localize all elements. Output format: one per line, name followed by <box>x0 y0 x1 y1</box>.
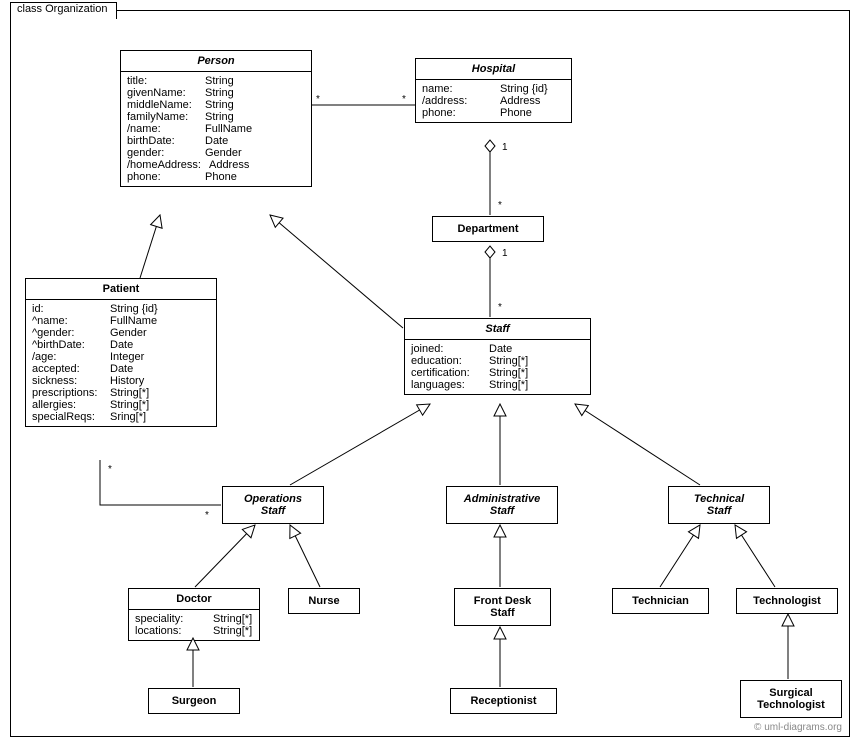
class-admin-title: AdministrativeStaff <box>447 487 557 523</box>
attr-row: birthDate:Date <box>127 135 305 147</box>
mult-star: * <box>498 302 502 313</box>
class-technologist: Technologist <box>736 588 838 614</box>
class-admin-staff: AdministrativeStaff <box>446 486 558 524</box>
class-hospital-title: Hospital <box>416 59 571 80</box>
attr-row: name:String {id} <box>422 83 565 95</box>
mult-star: * <box>205 510 209 521</box>
attr-row: title:String <box>127 75 305 87</box>
class-nurse: Nurse <box>288 588 360 614</box>
class-doctor: Doctor speciality:String[*]locations:Str… <box>128 588 260 641</box>
attr-row: ^birthDate:Date <box>32 339 210 351</box>
class-staff: Staff joined:Dateeducation:String[*]cert… <box>404 318 591 395</box>
class-department: Department <box>432 216 544 242</box>
mult-star: * <box>108 464 112 475</box>
class-patient: Patient id:String {id}^name:FullName^gen… <box>25 278 217 427</box>
attr-row: joined:Date <box>411 343 584 355</box>
class-staff-title: Staff <box>405 319 590 340</box>
attr-row: id:String {id} <box>32 303 210 315</box>
attr-row: ^gender:Gender <box>32 327 210 339</box>
attr-row: /age:Integer <box>32 351 210 363</box>
class-tech-title: TechnicalStaff <box>669 487 769 523</box>
class-frontdesk: Front DeskStaff <box>454 588 551 626</box>
class-person-title: Person <box>121 51 311 72</box>
mult-one: 1 <box>502 248 508 259</box>
attr-row: givenName:String <box>127 87 305 99</box>
class-technologist-title: Technologist <box>737 589 837 613</box>
attr-row: ^name:FullName <box>32 315 210 327</box>
diagram-title: class Organization <box>10 2 117 19</box>
class-department-title: Department <box>433 217 543 241</box>
attr-row: gender:Gender <box>127 147 305 159</box>
class-ops-title: OperationsStaff <box>223 487 323 523</box>
class-receptionist-title: Receptionist <box>451 689 556 713</box>
attr-row: speciality:String[*] <box>135 613 253 625</box>
class-tech-staff: TechnicalStaff <box>668 486 770 524</box>
attr-row: phone:Phone <box>127 171 305 183</box>
class-technician: Technician <box>612 588 709 614</box>
watermark: © uml-diagrams.org <box>754 722 842 733</box>
attr-row: middleName:String <box>127 99 305 111</box>
class-doctor-title: Doctor <box>129 589 259 610</box>
attr-row: sickness:History <box>32 375 210 387</box>
class-surgtech-title: SurgicalTechnologist <box>741 681 841 717</box>
attr-row: locations:String[*] <box>135 625 253 637</box>
class-receptionist: Receptionist <box>450 688 557 714</box>
class-surgeon-title: Surgeon <box>149 689 239 713</box>
class-surgeon: Surgeon <box>148 688 240 714</box>
class-operations-staff: OperationsStaff <box>222 486 324 524</box>
mult-one: 1 <box>502 142 508 153</box>
attr-row: phone:Phone <box>422 107 565 119</box>
class-hospital: Hospital name:String {id}/address:Addres… <box>415 58 572 123</box>
attr-row: certification:String[*] <box>411 367 584 379</box>
attr-row: allergies:String[*] <box>32 399 210 411</box>
class-surgtech: SurgicalTechnologist <box>740 680 842 718</box>
class-nurse-title: Nurse <box>289 589 359 613</box>
attr-row: /name:FullName <box>127 123 305 135</box>
attr-row: specialReqs:Sring[*] <box>32 411 210 423</box>
attr-row: familyName:String <box>127 111 305 123</box>
class-person: Person title:StringgivenName:Stringmiddl… <box>120 50 312 187</box>
attr-row: prescriptions:String[*] <box>32 387 210 399</box>
class-patient-title: Patient <box>26 279 216 300</box>
attr-row: accepted:Date <box>32 363 210 375</box>
mult-star: * <box>498 200 502 211</box>
class-frontdesk-title: Front DeskStaff <box>455 589 550 625</box>
attr-row: education:String[*] <box>411 355 584 367</box>
attr-row: languages:String[*] <box>411 379 584 391</box>
attr-row: /homeAddress:Address <box>127 159 305 171</box>
attr-row: /address:Address <box>422 95 565 107</box>
mult-star: * <box>402 94 406 105</box>
class-technician-title: Technician <box>613 589 708 613</box>
mult-star: * <box>316 94 320 105</box>
